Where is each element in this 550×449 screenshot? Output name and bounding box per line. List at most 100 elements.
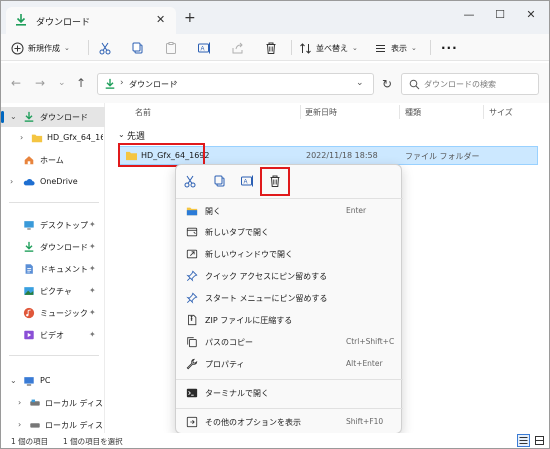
new-button[interactable]: 新規作成 ⌄ (11, 39, 70, 57)
download-icon (16, 14, 26, 26)
menu-item-label: プロパティ (205, 360, 245, 369)
menu-item-shortcut: Enter (346, 206, 367, 215)
music-icon (23, 307, 35, 319)
copy-icon[interactable] (213, 174, 227, 188)
address-dropdown-icon[interactable]: ⌄ (356, 78, 364, 88)
tiles-view-button[interactable] (533, 434, 546, 447)
more-options-button[interactable]: ··· (441, 39, 458, 57)
new-label: 新規作成 (28, 43, 60, 53)
pictures-icon (24, 287, 34, 295)
menu-item-label: 開く (205, 207, 221, 216)
address-row: ← → ⌄ ↑ › ダウンロード › ⌄ ↻ ダウンロードの検索 (1, 63, 549, 103)
search-icon (409, 79, 420, 90)
folder-icon (31, 134, 43, 143)
svg-text:A: A (244, 180, 248, 186)
menu-item-pin-quick-access[interactable]: クイック アクセスにピン留めする (176, 266, 403, 286)
download-icon (24, 241, 34, 252)
search-placeholder: ダウンロードの検索 (424, 80, 496, 89)
sidebar-item-local-disk-c[interactable]: › ローカル ディスク (1, 393, 105, 413)
sort-button[interactable]: 並べ替え ⌄ (299, 39, 358, 57)
sidebar-item-music[interactable]: ミュージック ✦ (1, 303, 105, 323)
tab-downloads[interactable]: ダウンロード ✕ (6, 7, 176, 34)
disk-icon (30, 423, 40, 428)
rename-button[interactable]: A (197, 39, 211, 57)
menu-item-copy-path[interactable]: パスのコピー Ctrl+Shift+C (176, 332, 403, 352)
breadcrumb-separator-icon: › (174, 78, 178, 88)
chevron-right-icon[interactable]: › (10, 177, 13, 186)
menu-item-properties[interactable]: プロパティ Alt+Enter (176, 354, 403, 374)
share-button[interactable] (231, 39, 245, 57)
sidebar-item-pc[interactable]: ⌄ PC (1, 371, 105, 391)
pin-icon[interactable]: ✦ (89, 286, 96, 295)
scissors-icon[interactable] (183, 174, 197, 188)
back-button[interactable]: ← (11, 76, 21, 90)
up-button[interactable]: ↑ (76, 76, 86, 90)
menu-item-label: ZIP ファイルに圧縮する (205, 316, 293, 325)
tab-close-icon[interactable]: ✕ (156, 13, 165, 26)
pin-icon[interactable]: ✦ (89, 242, 96, 251)
sort-label: 並べ替え (316, 43, 348, 53)
pin-icon (186, 270, 198, 282)
group-header[interactable]: 先週 (127, 129, 145, 142)
navigation-pane: ⌄ ダウンロード › HD_Gfx_64_169 ホーム › OneDrive (1, 103, 105, 433)
pin-icon[interactable]: ✦ (89, 330, 96, 339)
pin-icon[interactable]: ✦ (89, 220, 96, 229)
menu-item-open-new-window[interactable]: 新しいウィンドウで開く (176, 244, 403, 264)
sort-icon (300, 42, 311, 54)
sidebar-item-onedrive[interactable]: › OneDrive (1, 172, 105, 192)
chevron-down-icon[interactable]: ⌄ (10, 376, 17, 385)
menu-item-open-terminal[interactable]: ターミナルで開く (176, 383, 403, 403)
rename-icon: A (198, 42, 210, 54)
maximize-button[interactable]: ☐ (485, 5, 515, 25)
sidebar-item-home[interactable]: ホーム (1, 150, 105, 170)
menu-item-open-new-tab[interactable]: 新しいタブで開く (176, 222, 403, 242)
copy-button[interactable] (131, 39, 145, 57)
download-icon (24, 111, 34, 122)
sidebar-item-documents[interactable]: ドキュメント ✦ (1, 259, 105, 279)
menu-item-compress-zip[interactable]: ZIP ファイルに圧縮する (176, 310, 403, 330)
sidebar-item-downloads-quick[interactable]: ダウンロード ✦ (1, 237, 105, 257)
recent-dropdown-icon[interactable]: ⌄ (58, 78, 66, 88)
paste-button[interactable] (164, 39, 178, 57)
column-header-size[interactable]: サイズ (489, 107, 513, 118)
cut-button[interactable] (98, 39, 112, 57)
chevron-right-icon[interactable]: › (20, 133, 23, 142)
column-header-type[interactable]: 種類 (405, 107, 421, 118)
column-header-name[interactable]: 名前 (135, 107, 151, 118)
menu-item-label: パスのコピー (205, 338, 253, 347)
sidebar-item-desktop[interactable]: デスクトップ ✦ (1, 215, 105, 235)
forward-button[interactable]: → (35, 76, 45, 90)
pin-icon[interactable]: ✦ (89, 308, 96, 317)
menu-item-open[interactable]: 開く Enter (176, 201, 403, 221)
rename-icon[interactable]: A (240, 174, 254, 188)
chevron-right-icon[interactable]: › (18, 420, 21, 429)
chevron-down-icon[interactable]: ⌄ (10, 112, 17, 121)
details-view-icon (519, 437, 528, 444)
pc-icon (24, 377, 34, 386)
menu-item-shortcut: Shift+F10 (346, 417, 384, 426)
column-header-modified[interactable]: 更新日時 (305, 107, 337, 118)
delete-button[interactable] (264, 39, 278, 57)
sidebar-item-hd-gfx[interactable]: › HD_Gfx_64_169 (1, 128, 105, 148)
search-box[interactable]: ダウンロードの検索 (401, 73, 539, 95)
sidebar-item-downloads[interactable]: ⌄ ダウンロード (1, 107, 105, 127)
close-button[interactable]: ✕ (516, 5, 546, 25)
refresh-button[interactable]: ↻ (382, 77, 392, 91)
group-collapse-icon[interactable]: ⌄ (118, 130, 125, 139)
sidebar-item-label: ダウンロード (40, 243, 88, 252)
pin-icon[interactable]: ✦ (89, 264, 96, 273)
menu-item-pin-start[interactable]: スタート メニューにピン留めする (176, 288, 403, 308)
chevron-down-icon: ⌄ (352, 44, 358, 52)
new-tab-button[interactable]: + (184, 10, 196, 26)
details-view-button[interactable] (517, 434, 530, 447)
sidebar-item-local-disk-d[interactable]: › ローカル ディスク (1, 415, 105, 435)
breadcrumb-downloads[interactable]: ダウンロード (129, 79, 177, 90)
minimize-button[interactable]: — (454, 5, 484, 25)
view-button[interactable]: 表示 ⌄ (374, 39, 417, 57)
menu-item-label: 新しいウィンドウで開く (205, 250, 293, 259)
sidebar-item-pictures[interactable]: ピクチャ ✦ (1, 281, 105, 301)
sidebar-item-videos[interactable]: ビデオ ✦ (1, 325, 105, 345)
menu-item-show-more-options[interactable]: その他のオプションを表示 Shift+F10 (176, 412, 403, 432)
chevron-right-icon[interactable]: › (18, 398, 21, 407)
address-bar[interactable]: › ダウンロード › ⌄ (97, 73, 374, 95)
